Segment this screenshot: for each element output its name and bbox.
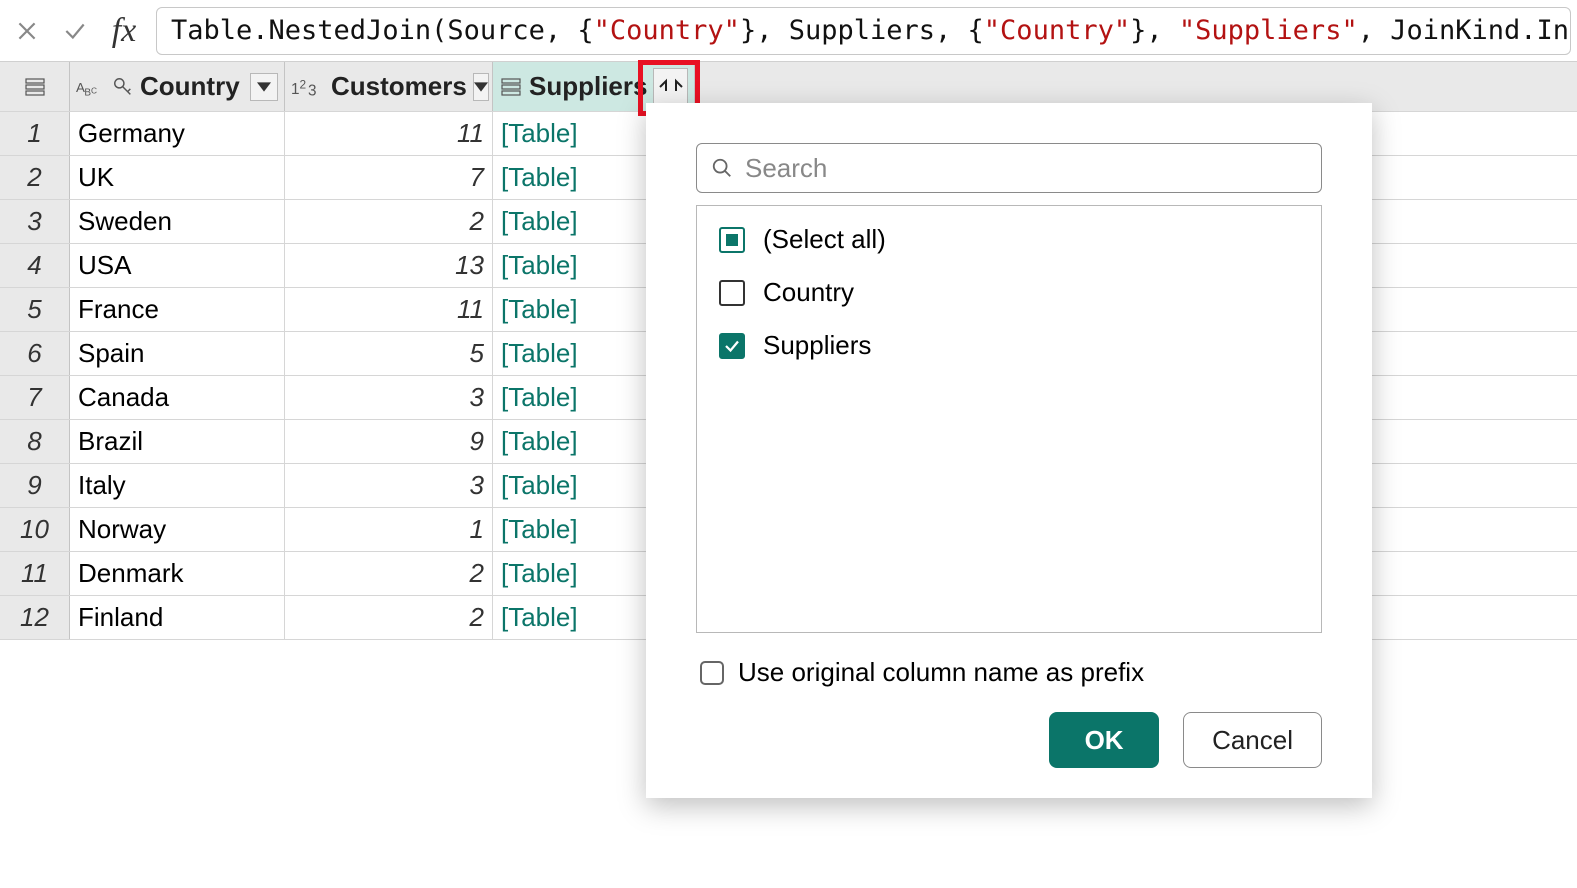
option-country-checkbox[interactable]: Country xyxy=(719,277,1299,308)
formula-bar: fx Table.NestedJoin(Source, {"Country"},… xyxy=(0,0,1577,62)
cell-customers: 2 xyxy=(285,552,493,595)
key-icon xyxy=(112,76,134,98)
commit-formula-button[interactable] xyxy=(54,10,96,52)
row-number: 11 xyxy=(0,552,70,595)
cell-country: Finland xyxy=(70,596,285,639)
row-number: 5 xyxy=(0,288,70,331)
fx-icon: fx xyxy=(104,12,144,50)
filter-dropdown-button[interactable] xyxy=(473,73,489,101)
cell-customers: 3 xyxy=(285,464,493,507)
expand-column-button[interactable] xyxy=(653,68,688,106)
dialog-buttons: OK Cancel xyxy=(696,712,1322,768)
select-all-checkbox[interactable]: (Select all) xyxy=(719,224,1299,255)
row-number: 6 xyxy=(0,332,70,375)
option-label: Country xyxy=(763,277,854,308)
ok-button[interactable]: OK xyxy=(1049,712,1159,768)
use-prefix-label: Use original column name as prefix xyxy=(738,657,1144,688)
cell-customers: 2 xyxy=(285,596,493,639)
filter-dropdown-button[interactable] xyxy=(250,73,278,101)
number-type-icon: 123 xyxy=(291,75,325,99)
option-suppliers-checkbox[interactable]: Suppliers xyxy=(719,330,1299,361)
row-number: 3 xyxy=(0,200,70,243)
cancel-formula-button[interactable] xyxy=(6,10,48,52)
column-label: Suppliers xyxy=(529,71,647,102)
cell-customers: 3 xyxy=(285,376,493,419)
search-input[interactable] xyxy=(696,143,1322,193)
column-label: Customers xyxy=(331,71,467,102)
formula-text: Table.NestedJoin(Source, {"Country"}, Su… xyxy=(171,15,1571,46)
row-number: 12 xyxy=(0,596,70,639)
checkbox-indeterminate-icon xyxy=(719,227,745,253)
column-options-list: (Select all) Country Suppliers xyxy=(696,205,1322,633)
select-all-label: (Select all) xyxy=(763,224,886,255)
cell-customers: 7 xyxy=(285,156,493,199)
checkbox-unchecked-icon xyxy=(719,280,745,306)
option-label: Suppliers xyxy=(763,330,871,361)
cell-country: Denmark xyxy=(70,552,285,595)
row-number: 2 xyxy=(0,156,70,199)
svg-text:2: 2 xyxy=(300,77,307,91)
text-type-icon: ABC xyxy=(76,75,106,99)
cell-country: Sweden xyxy=(70,200,285,243)
formula-input[interactable]: Table.NestedJoin(Source, {"Country"}, Su… xyxy=(156,7,1571,55)
cell-country: Norway xyxy=(70,508,285,551)
cell-customers: 13 xyxy=(285,244,493,287)
row-number: 7 xyxy=(0,376,70,419)
svg-text:1: 1 xyxy=(291,80,300,97)
svg-text:C: C xyxy=(91,85,97,95)
cell-country: Canada xyxy=(70,376,285,419)
search-field[interactable] xyxy=(745,153,1307,184)
checkbox-unchecked-icon xyxy=(700,661,724,685)
column-label: Country xyxy=(140,71,240,102)
row-number: 10 xyxy=(0,508,70,551)
table-type-icon xyxy=(499,75,523,99)
cell-country: Germany xyxy=(70,112,285,155)
row-number: 4 xyxy=(0,244,70,287)
cell-customers: 11 xyxy=(285,288,493,331)
cell-customers: 9 xyxy=(285,420,493,463)
cell-country: Italy xyxy=(70,464,285,507)
cancel-button[interactable]: Cancel xyxy=(1183,712,1322,768)
cell-country: USA xyxy=(70,244,285,287)
row-number: 1 xyxy=(0,112,70,155)
search-icon xyxy=(711,157,733,179)
cell-customers: 1 xyxy=(285,508,493,551)
checkbox-checked-icon xyxy=(719,333,745,359)
column-header-country[interactable]: ABC Country xyxy=(70,62,285,111)
cell-customers: 5 xyxy=(285,332,493,375)
expand-column-popover: (Select all) Country Suppliers Use origi… xyxy=(646,103,1372,798)
cell-country: France xyxy=(70,288,285,331)
column-header-customers[interactable]: 123 Customers xyxy=(285,62,493,111)
cell-country: UK xyxy=(70,156,285,199)
cell-country: Brazil xyxy=(70,420,285,463)
cell-customers: 2 xyxy=(285,200,493,243)
select-all-rows[interactable] xyxy=(0,62,70,111)
use-prefix-checkbox[interactable]: Use original column name as prefix xyxy=(700,657,1322,688)
row-number: 9 xyxy=(0,464,70,507)
row-number: 8 xyxy=(0,420,70,463)
svg-text:3: 3 xyxy=(308,82,317,99)
cell-customers: 11 xyxy=(285,112,493,155)
cell-country: Spain xyxy=(70,332,285,375)
